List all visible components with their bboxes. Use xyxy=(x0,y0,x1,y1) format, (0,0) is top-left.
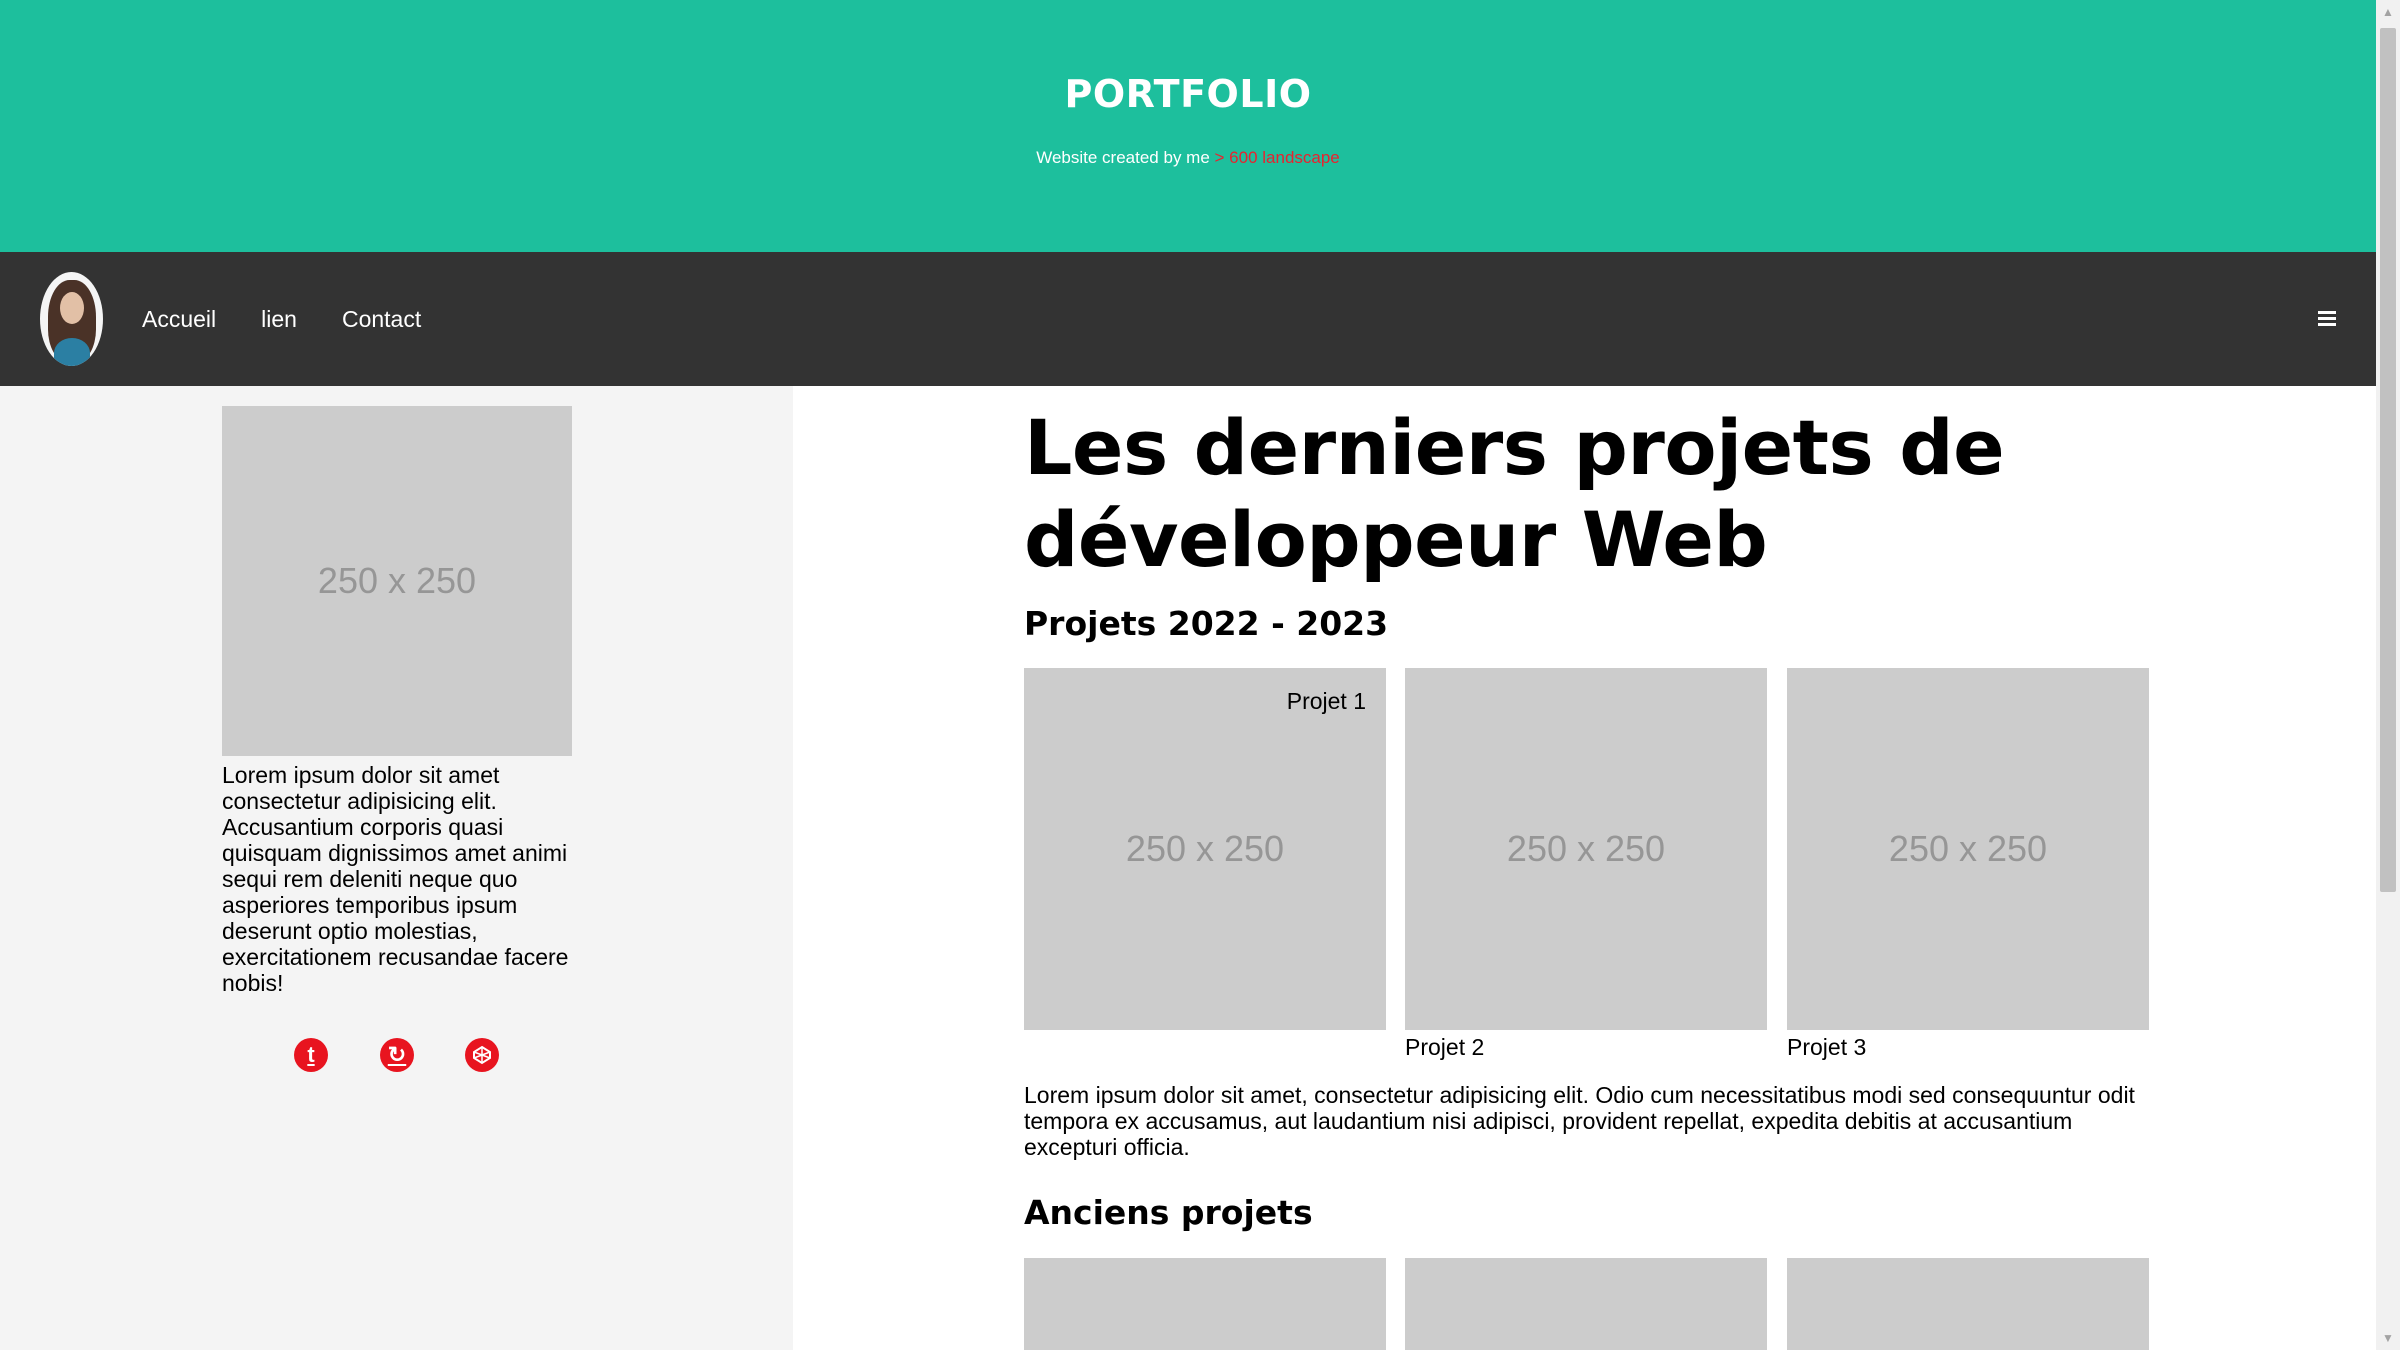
project-card-1[interactable]: 250 x 250 Projet 1 xyxy=(1024,668,1386,1030)
nav-link-contact[interactable]: Contact xyxy=(342,306,421,333)
page-title: Les derniers projets de développeur Web xyxy=(1024,403,2005,584)
site-title: PORTFOLIO xyxy=(1064,72,1312,116)
projects-description: Lorem ipsum dolor sit amet, consectetur … xyxy=(1024,1082,2135,1160)
breakpoint-label: > 600 landscape xyxy=(1214,148,1340,167)
nav-link-accueil[interactable]: Accueil xyxy=(142,306,216,333)
browser-viewport: PORTFOLIO Website created by me > 600 la… xyxy=(0,0,2376,1350)
project-image-label: 250 x 250 xyxy=(1506,828,1666,869)
site-subtitle: Website created by me > 600 landscape xyxy=(0,148,2376,168)
site-header: PORTFOLIO Website created by me > 600 la… xyxy=(0,0,2376,252)
hamburger-line xyxy=(2318,317,2336,320)
old-project-card-2[interactable] xyxy=(1405,1258,1767,1350)
subtitle-text: Website created by me xyxy=(1036,148,1210,167)
sidebar: 250 x 250 Lorem ipsum dolor sit amet con… xyxy=(0,386,793,1350)
avatar[interactable] xyxy=(40,272,103,366)
section-title-old: Anciens projets xyxy=(1024,1193,1313,1232)
project-label-2: Projet 2 xyxy=(1405,1034,1485,1060)
project-image-label: 250 x 250 xyxy=(1888,828,2048,869)
project-card-3[interactable]: 250 x 250 xyxy=(1787,668,2149,1030)
refresh-icon[interactable]: ↻ xyxy=(380,1038,414,1072)
vertical-scrollbar[interactable]: ▲ ▼ xyxy=(2376,0,2400,1350)
scroll-down-arrow-icon[interactable]: ▼ xyxy=(2376,1326,2400,1350)
old-project-card-3[interactable] xyxy=(1787,1258,2149,1350)
old-project-card-1[interactable] xyxy=(1024,1258,1386,1350)
avatar-shirt xyxy=(54,338,90,366)
sidebar-image: 250 x 250 xyxy=(222,406,572,756)
sidebar-text: Lorem ipsum dolor sit amet consectetur a… xyxy=(222,762,569,996)
project-image-label: 250 x 250 xyxy=(1125,828,1285,869)
scroll-up-arrow-icon[interactable]: ▲ xyxy=(2376,0,2400,24)
hamburger-menu-icon[interactable] xyxy=(2318,309,2338,329)
scrollbar-thumb[interactable] xyxy=(2380,28,2396,892)
hamburger-line xyxy=(2318,311,2336,314)
project-label-3: Projet 3 xyxy=(1787,1034,1867,1060)
hamburger-line xyxy=(2318,323,2336,326)
project-label-1: Projet 1 xyxy=(1286,688,1366,714)
codepen-icon[interactable] xyxy=(465,1038,499,1072)
nav-bar: Accueil lien Contact xyxy=(0,252,2376,386)
codepen-glyph xyxy=(473,1045,491,1065)
nav-links: Accueil lien Contact xyxy=(142,252,421,386)
avatar-face xyxy=(60,292,84,324)
nav-link-lien[interactable]: lien xyxy=(261,306,297,333)
section-title-recent: Projets 2022 - 2023 xyxy=(1024,604,1389,643)
project-card-2[interactable]: 250 x 250 xyxy=(1405,668,1767,1030)
tumblr-icon[interactable]: t xyxy=(294,1038,328,1072)
sidebar-image-label: 250 x 250 xyxy=(317,560,477,601)
